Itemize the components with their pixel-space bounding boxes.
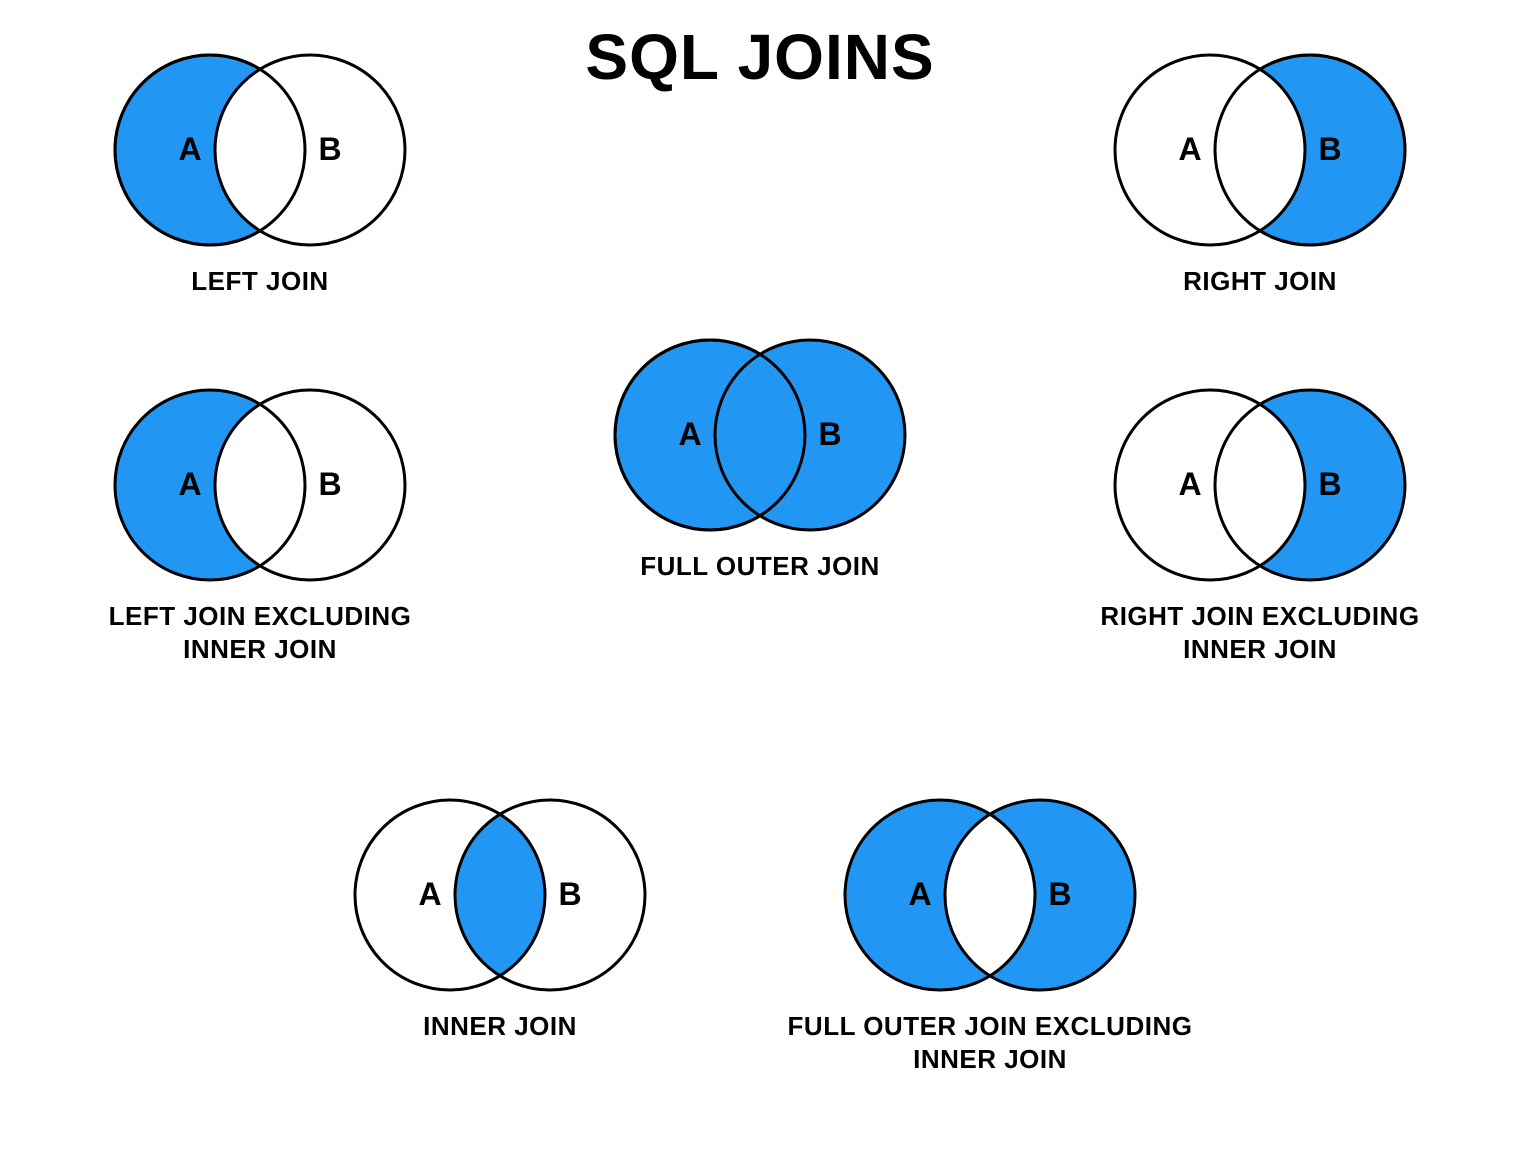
venn-left-join: A B — [100, 45, 420, 255]
venn-inner-join: A B — [340, 790, 660, 1000]
venn-label-b: B — [1318, 131, 1341, 167]
right-join-caption: RIGHT JOIN — [1080, 265, 1440, 298]
venn-full-outer-excl-join: A B — [830, 790, 1150, 1000]
inner-join-block: A B INNER JOIN — [320, 790, 680, 1043]
venn-right-join: A B — [1100, 45, 1420, 255]
venn-label-a: A — [1178, 466, 1201, 502]
venn-label-b: B — [318, 466, 341, 502]
inner-join-caption: INNER JOIN — [320, 1010, 680, 1043]
venn-label-a: A — [178, 466, 201, 502]
venn-right-excl-join: A B — [1100, 380, 1420, 590]
venn-label-a: A — [678, 416, 701, 452]
left-excl-join-caption: LEFT JOIN EXCLUDING INNER JOIN — [60, 600, 460, 665]
venn-label-b: B — [318, 131, 341, 167]
venn-label-a: A — [908, 876, 931, 912]
left-join-block: A B LEFT JOIN — [80, 45, 440, 298]
venn-label-b: B — [1318, 466, 1341, 502]
left-join-caption: LEFT JOIN — [80, 265, 440, 298]
right-excl-join-caption: RIGHT JOIN EXCLUDING INNER JOIN — [1060, 600, 1460, 665]
venn-label-a: A — [418, 876, 441, 912]
full-outer-join-caption: FULL OUTER JOIN — [580, 550, 940, 583]
venn-label-a: A — [1178, 131, 1201, 167]
full-outer-excl-join-block: A B FULL OUTER JOIN EXCLUDING INNER JOIN — [770, 790, 1210, 1075]
right-excl-join-block: A B RIGHT JOIN EXCLUDING INNER JOIN — [1060, 380, 1460, 665]
venn-full-outer-join: A B — [600, 330, 920, 540]
venn-label-b: B — [1048, 876, 1071, 912]
venn-left-excl-join: A B — [100, 380, 420, 590]
right-join-block: A B RIGHT JOIN — [1080, 45, 1440, 298]
left-excl-join-block: A B LEFT JOIN EXCLUDING INNER JOIN — [60, 380, 460, 665]
full-outer-join-block: A B FULL OUTER JOIN — [580, 330, 940, 583]
full-outer-excl-join-caption: FULL OUTER JOIN EXCLUDING INNER JOIN — [770, 1010, 1210, 1075]
sql-joins-diagram: SQL JOINS A B LEFT JOIN A B RIGHT JOIN — [0, 0, 1520, 1164]
venn-label-b: B — [558, 876, 581, 912]
venn-label-a: A — [178, 131, 201, 167]
venn-label-b: B — [818, 416, 841, 452]
